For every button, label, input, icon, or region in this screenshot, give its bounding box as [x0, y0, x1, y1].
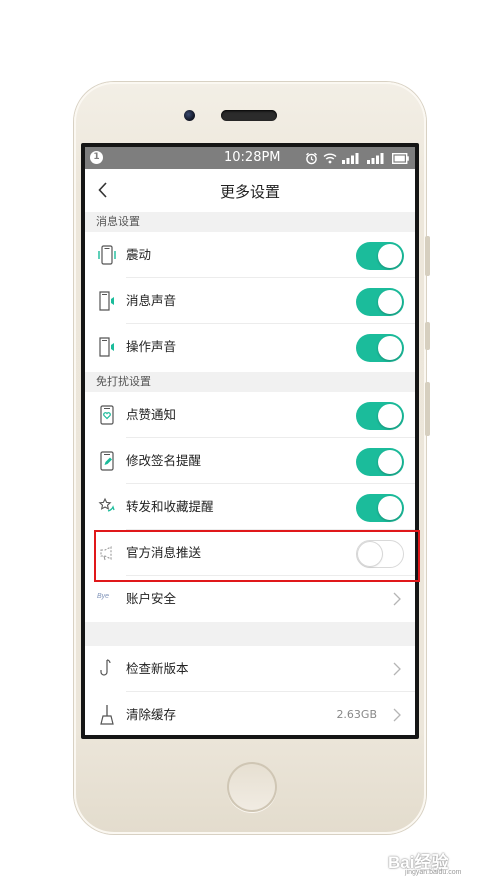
- setting-row-like-notify: 点赞通知: [85, 392, 415, 438]
- setting-label: 账户安全: [126, 591, 177, 606]
- toggle-knob: [378, 290, 402, 314]
- phone-heart-icon: [97, 404, 117, 426]
- signal-icon: [367, 152, 387, 164]
- phone-screen: 1 10:28PM 更多设置 消息设置 震动 消息声音 操作声音 免打扰设置 点…: [85, 147, 415, 735]
- star-share-icon: [97, 496, 117, 518]
- notification-badge: 1: [90, 151, 103, 164]
- toggle-knob: [378, 404, 402, 428]
- section-gap: [85, 622, 415, 646]
- toggle-knob: [378, 450, 402, 474]
- highlight-box: [94, 530, 420, 582]
- setting-row-account-security[interactable]: Bye 账户安全: [85, 576, 415, 622]
- power-button: [425, 322, 430, 350]
- setting-row-message-sound: 消息声音: [85, 278, 415, 324]
- status-icons: [305, 150, 409, 166]
- alarm-icon: [305, 152, 318, 165]
- section-header-message-settings: 消息设置: [85, 212, 415, 232]
- phone-vibrate-icon: [97, 244, 117, 266]
- watermark-url: jingyan.baidu.com: [405, 869, 462, 876]
- setting-label: 消息声音: [126, 293, 177, 308]
- setting-label: 清除缓存: [126, 707, 177, 722]
- broom-icon: [97, 704, 117, 726]
- section-header-do-not-disturb: 免打扰设置: [85, 372, 415, 392]
- phone-pen-icon: [97, 450, 117, 472]
- setting-row-share-favorite-reminder: 转发和收藏提醒: [85, 484, 415, 530]
- setting-label: 操作声音: [126, 339, 177, 354]
- front-camera: [184, 110, 195, 121]
- cache-size: 2.63GB: [336, 708, 377, 721]
- signature-reminder-toggle[interactable]: [356, 448, 404, 476]
- setting-row-vibrate: 震动: [85, 232, 415, 278]
- setting-row-clear-cache[interactable]: 清除缓存 2.63GB: [85, 692, 415, 735]
- setting-row-signature-reminder: 修改签名提醒: [85, 438, 415, 484]
- hook-icon: [97, 658, 117, 680]
- wifi-icon: [323, 152, 337, 164]
- battery-icon: [392, 152, 409, 164]
- chevron-right-icon: [393, 708, 401, 722]
- status-bar: 1 10:28PM: [85, 147, 415, 169]
- vibrate-toggle[interactable]: [356, 242, 404, 270]
- side-key: [425, 382, 430, 436]
- earpiece-speaker: [221, 110, 277, 121]
- setting-label: 检查新版本: [126, 661, 189, 676]
- setting-label: 震动: [126, 247, 152, 262]
- bye-logo-icon: Bye: [97, 593, 110, 600]
- operation-sound-toggle[interactable]: [356, 334, 404, 362]
- like-notify-toggle[interactable]: [356, 402, 404, 430]
- title-bar: 更多设置: [85, 169, 415, 212]
- home-button[interactable]: [227, 762, 277, 812]
- chevron-right-icon: [393, 592, 401, 606]
- phone-sound-icon: [97, 336, 117, 358]
- setting-row-check-update[interactable]: 检查新版本: [85, 646, 415, 692]
- phone-sound-icon: [97, 290, 117, 312]
- message-sound-toggle[interactable]: [356, 288, 404, 316]
- setting-label: 修改签名提醒: [126, 453, 202, 468]
- signal-icon: [342, 152, 362, 164]
- page-title: 更多设置: [219, 183, 280, 201]
- setting-label: 点赞通知: [126, 407, 177, 422]
- setting-row-operation-sound: 操作声音: [85, 324, 415, 370]
- toggle-knob: [378, 336, 402, 360]
- share-favorite-reminder-toggle[interactable]: [356, 494, 404, 522]
- toggle-knob: [378, 496, 402, 520]
- chevron-right-icon: [393, 662, 401, 676]
- toggle-knob: [378, 244, 402, 268]
- status-time: 10:28PM: [224, 150, 281, 165]
- setting-label: 转发和收藏提醒: [126, 499, 214, 514]
- volume-button: [425, 236, 430, 276]
